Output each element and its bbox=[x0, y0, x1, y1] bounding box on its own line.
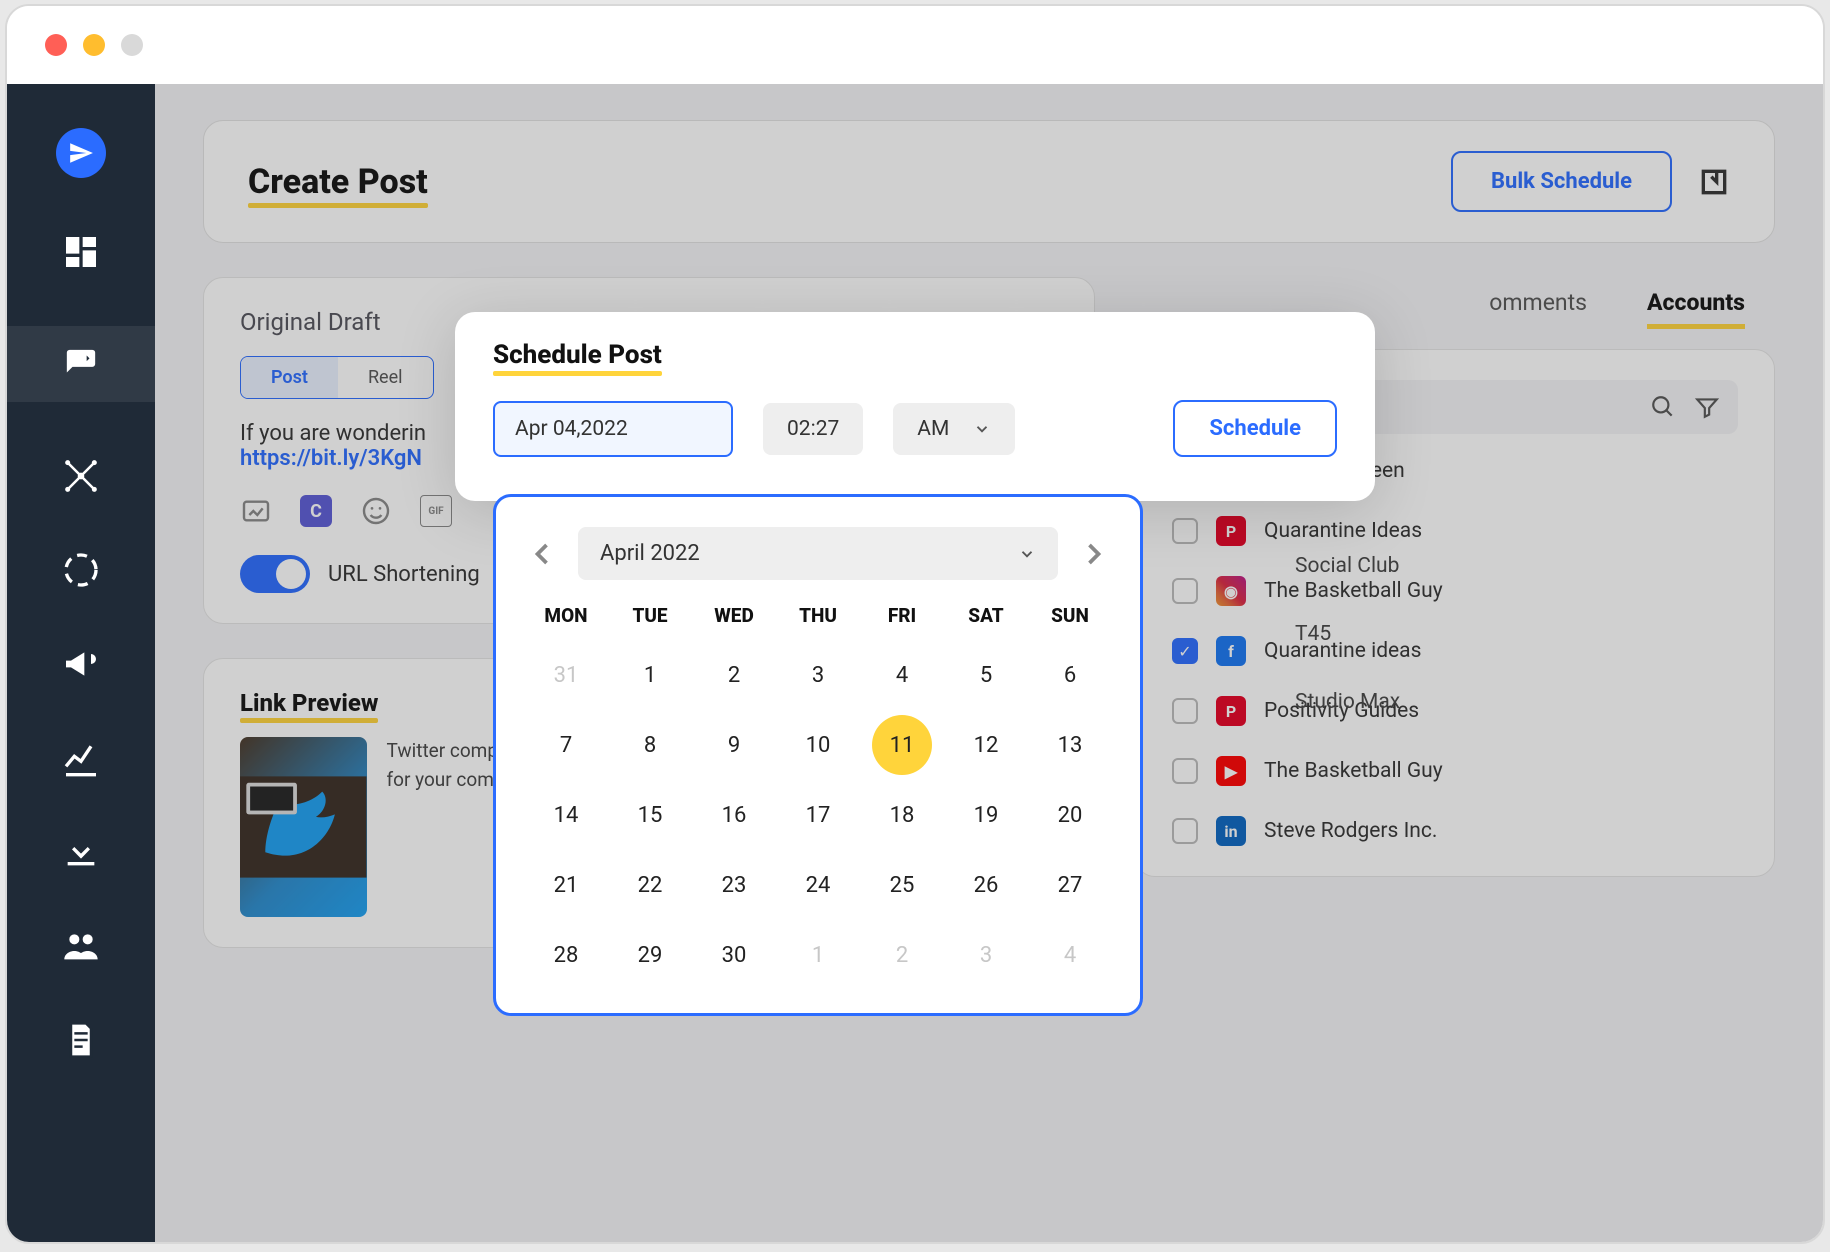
calendar-day[interactable]: 18 bbox=[860, 793, 944, 837]
calendar-day[interactable]: 1 bbox=[608, 653, 692, 697]
window-zoom-button[interactable] bbox=[121, 34, 143, 56]
time-input[interactable]: 02:27 bbox=[763, 403, 863, 455]
month-select[interactable]: April 2022 bbox=[578, 527, 1058, 580]
calendar-day[interactable]: 8 bbox=[608, 723, 692, 767]
calendar-day[interactable]: 4 bbox=[860, 653, 944, 697]
posts-icon[interactable] bbox=[7, 326, 155, 402]
calendar-day[interactable]: 31 bbox=[524, 653, 608, 697]
team-icon[interactable] bbox=[61, 926, 101, 966]
calendar-day[interactable]: 2 bbox=[692, 653, 776, 697]
date-input[interactable]: Apr 04,2022 bbox=[493, 401, 733, 457]
window-close-button[interactable] bbox=[45, 34, 67, 56]
lifebuoy-icon[interactable] bbox=[61, 550, 101, 590]
network-icon[interactable] bbox=[61, 456, 101, 496]
calendar-dow: SUN bbox=[1028, 604, 1112, 627]
calendar-dow: TUE bbox=[608, 604, 692, 627]
calendar-day[interactable]: 30 bbox=[692, 933, 776, 977]
calendar-day[interactable]: 28 bbox=[524, 933, 608, 977]
calendar-dow: MON bbox=[524, 604, 608, 627]
browser-window: Create Post Bulk Schedule Original Draft… bbox=[5, 4, 1825, 1244]
calendar-day[interactable]: 9 bbox=[692, 723, 776, 767]
calendar-dow: WED bbox=[692, 604, 776, 627]
calendar-day[interactable]: 1 bbox=[776, 933, 860, 977]
calendar-day[interactable]: 17 bbox=[776, 793, 860, 837]
download-icon[interactable] bbox=[61, 832, 101, 872]
calendar-day[interactable]: 25 bbox=[860, 863, 944, 907]
calendar-day[interactable]: 22 bbox=[608, 863, 692, 907]
calendar-day[interactable]: 11 bbox=[860, 723, 944, 767]
calendar-dow: SAT bbox=[944, 604, 1028, 627]
calendar-day[interactable]: 20 bbox=[1028, 793, 1112, 837]
ampm-value: AM bbox=[917, 417, 949, 441]
calendar-day[interactable]: 6 bbox=[1028, 653, 1112, 697]
megaphone-icon[interactable] bbox=[61, 644, 101, 684]
calendar-dow: FRI bbox=[860, 604, 944, 627]
calendar-day[interactable]: 10 bbox=[776, 723, 860, 767]
calendar-day[interactable]: 16 bbox=[692, 793, 776, 837]
calendar-day[interactable]: 24 bbox=[776, 863, 860, 907]
calendar-prev-button[interactable] bbox=[524, 536, 560, 572]
document-icon[interactable] bbox=[61, 1020, 101, 1060]
window-titlebar bbox=[7, 6, 1823, 84]
calendar-day[interactable]: 3 bbox=[944, 933, 1028, 977]
ampm-select[interactable]: AM bbox=[893, 403, 1015, 455]
schedule-button[interactable]: Schedule bbox=[1173, 400, 1337, 457]
calendar-day[interactable]: 19 bbox=[944, 793, 1028, 837]
calendar-day[interactable]: 2 bbox=[860, 933, 944, 977]
calendar-day[interactable]: 21 bbox=[524, 863, 608, 907]
calendar-day[interactable]: 23 bbox=[692, 863, 776, 907]
calendar-day[interactable]: 27 bbox=[1028, 863, 1112, 907]
calendar-day[interactable]: 15 bbox=[608, 793, 692, 837]
calendar-day[interactable]: 14 bbox=[524, 793, 608, 837]
modal-title: Schedule Post bbox=[493, 340, 662, 370]
sidebar bbox=[7, 84, 155, 1242]
compose-icon[interactable] bbox=[56, 128, 106, 178]
analytics-icon[interactable] bbox=[61, 738, 101, 778]
calendar-day[interactable]: 4 bbox=[1028, 933, 1112, 977]
calendar-day[interactable]: 5 bbox=[944, 653, 1028, 697]
month-label: April 2022 bbox=[600, 541, 700, 566]
calendar-popover: April 2022 MONTUEWEDTHUFRISATSUN31123456… bbox=[493, 494, 1143, 1016]
calendar-day[interactable]: 29 bbox=[608, 933, 692, 977]
calendar-day[interactable]: 26 bbox=[944, 863, 1028, 907]
schedule-post-modal: Schedule Post Apr 04,2022 02:27 AM Sched… bbox=[455, 312, 1375, 501]
window-minimize-button[interactable] bbox=[83, 34, 105, 56]
calendar-day[interactable]: 12 bbox=[944, 723, 1028, 767]
calendar-day[interactable]: 3 bbox=[776, 653, 860, 697]
dashboard-icon[interactable] bbox=[61, 232, 101, 272]
calendar-day[interactable]: 13 bbox=[1028, 723, 1112, 767]
calendar-next-button[interactable] bbox=[1076, 536, 1112, 572]
calendar-day[interactable]: 7 bbox=[524, 723, 608, 767]
calendar-dow: THU bbox=[776, 604, 860, 627]
